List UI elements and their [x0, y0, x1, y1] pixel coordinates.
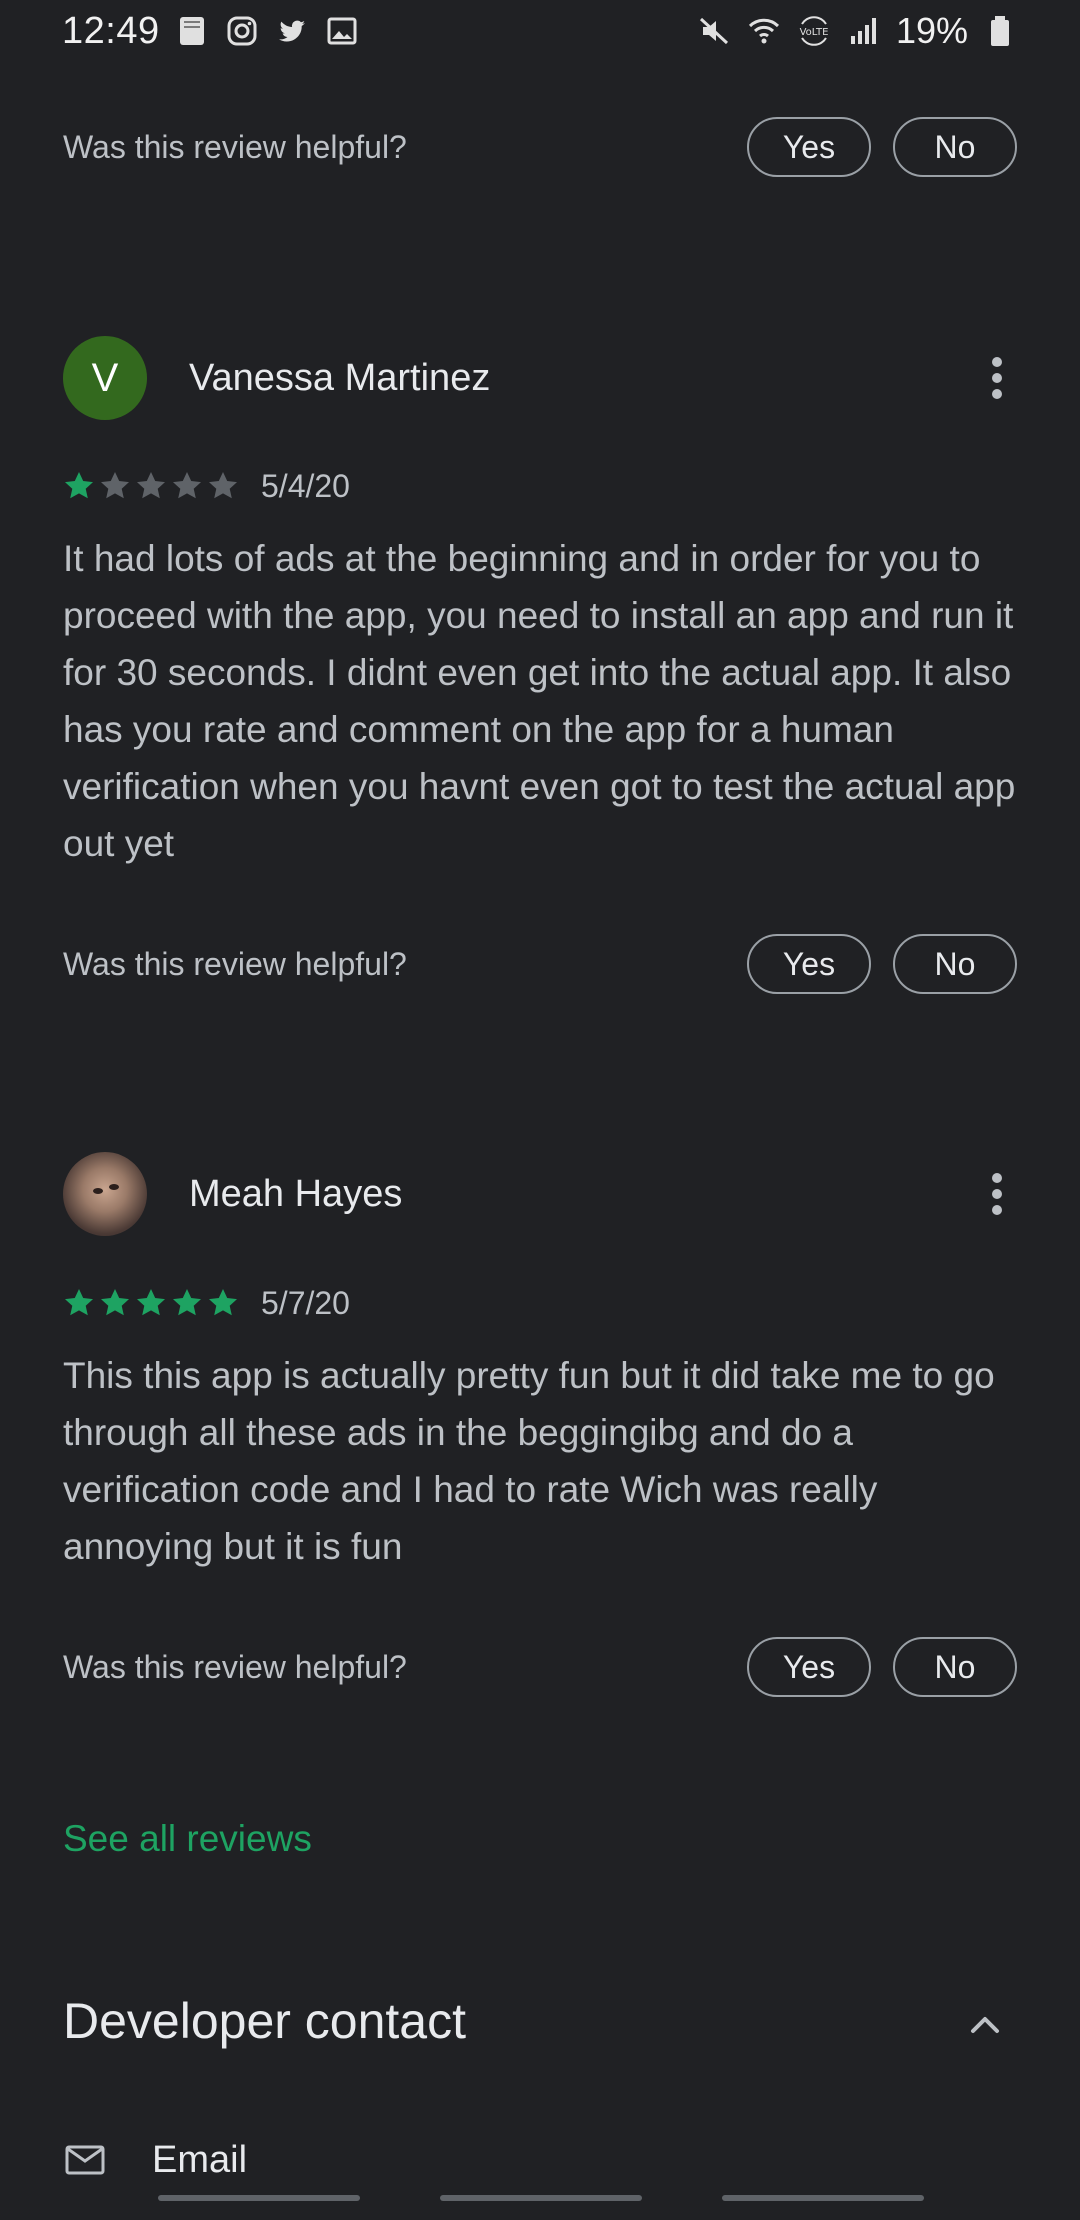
helpful-question: Was this review helpful? [63, 128, 407, 165]
star-filled-icon [65, 1289, 93, 1316]
helpful-yes-button[interactable]: Yes [747, 934, 871, 994]
see-all-reviews-link[interactable]: See all reviews [63, 1818, 312, 1860]
reviewer-name: Meah Hayes [189, 1172, 403, 1215]
bible-app-icon [174, 13, 210, 49]
star-filled-icon [101, 1289, 129, 1316]
star-empty-icon [101, 472, 129, 499]
svg-text:VoLTE: VoLTE [800, 27, 829, 38]
mute-icon [696, 13, 732, 49]
helpful-row: Was this review helpful? Yes No [63, 932, 1017, 996]
status-bar: 12:49 VoLTE 19% [0, 0, 1080, 62]
twitter-icon [274, 13, 310, 49]
instagram-icon [224, 13, 260, 49]
star-rating [63, 1287, 239, 1319]
helpful-yes-button[interactable]: Yes [747, 117, 871, 177]
nav-handle[interactable] [158, 2195, 360, 2201]
star-empty-icon [137, 472, 165, 499]
star-filled-icon [209, 1289, 237, 1316]
contact-email-row[interactable]: Email [63, 2130, 247, 2190]
review-date: 5/4/20 [261, 467, 350, 504]
star-empty-icon [173, 472, 201, 499]
avatar [63, 1152, 147, 1236]
email-label: Email [152, 2138, 248, 2181]
more-options-icon[interactable] [977, 348, 1017, 408]
review-text: This this app is actually pretty fun but… [63, 1355, 995, 1567]
helpful-no-button[interactable]: No [893, 1637, 1017, 1697]
gallery-icon [324, 13, 360, 49]
helpful-question: Was this review helpful? [63, 945, 407, 982]
developer-contact-title: Developer contact [63, 1993, 467, 2049]
more-options-icon[interactable] [977, 1164, 1017, 1224]
helpful-no-button[interactable]: No [893, 117, 1017, 177]
avatar: V [63, 336, 147, 420]
review-date: 5/7/20 [261, 1284, 350, 1321]
nav-handle[interactable] [722, 2195, 924, 2201]
battery-percent: 19% [895, 10, 968, 51]
nav-handle[interactable] [440, 2195, 642, 2201]
volte-icon: VoLTE [796, 13, 832, 49]
email-icon [63, 2138, 107, 2182]
star-filled-icon [65, 472, 93, 499]
helpful-row: Was this review helpful? Yes No [63, 115, 1017, 179]
star-filled-icon [173, 1289, 201, 1316]
battery-icon [982, 13, 1018, 49]
reviewer-name: Vanessa Martinez [189, 356, 491, 399]
helpful-question: Was this review helpful? [63, 1648, 407, 1685]
helpful-no-button[interactable]: No [893, 934, 1017, 994]
review-header: Meah Hayes [63, 1152, 1017, 1236]
signal-icon [846, 13, 882, 49]
star-empty-icon [209, 472, 237, 499]
review-header: V Vanessa Martinez [63, 336, 1017, 420]
status-time: 12:49 [62, 9, 160, 52]
helpful-row: Was this review helpful? Yes No [63, 1635, 1017, 1699]
rating-row: 5/4/20 [63, 466, 350, 506]
helpful-yes-button[interactable]: Yes [747, 1637, 871, 1697]
gesture-nav-hints [158, 2195, 958, 2201]
review-text: It had lots of ads at the beginning and … [63, 538, 1016, 864]
wifi-icon [746, 13, 782, 49]
chevron-up-icon[interactable] [965, 2005, 1005, 2045]
app-details-page: 12:49 VoLTE 19% Was this review helpful?… [0, 0, 1080, 2220]
star-rating [63, 470, 239, 502]
star-filled-icon [137, 1289, 165, 1316]
rating-row: 5/7/20 [63, 1283, 350, 1323]
